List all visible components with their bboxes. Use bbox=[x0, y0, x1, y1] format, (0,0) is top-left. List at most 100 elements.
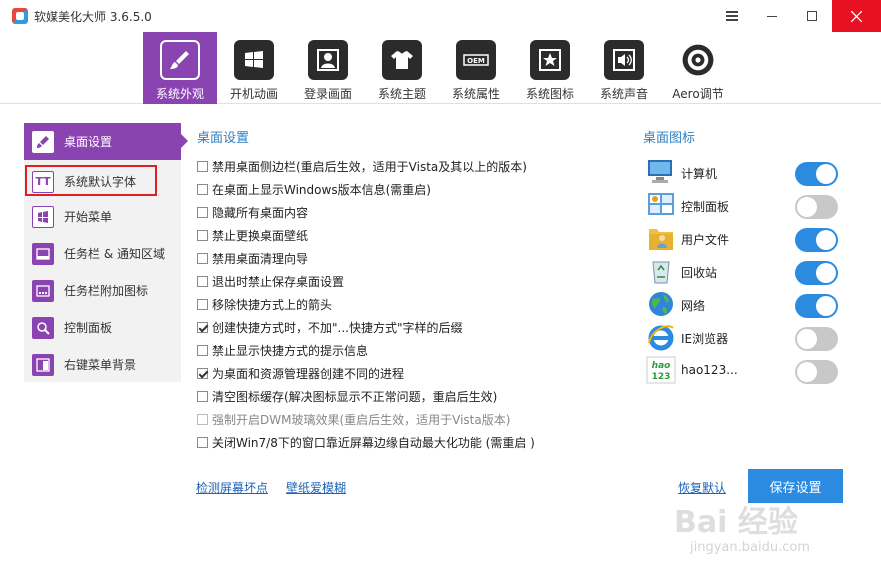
tab-system-appearance[interactable]: 系统外观 bbox=[143, 32, 217, 104]
option-row[interactable]: 禁用桌面侧边栏(重启后生效，适用于Vista及其以上的版本) bbox=[197, 157, 527, 175]
option-row[interactable]: 为桌面和资源管理器创建不同的进程 bbox=[197, 364, 404, 382]
maximize-button[interactable] bbox=[792, 0, 832, 32]
option-label: 移除快捷方式上的箭头 bbox=[212, 297, 333, 312]
close-icon bbox=[851, 10, 862, 22]
oem-icon: OEM bbox=[456, 40, 496, 80]
option-checkbox[interactable] bbox=[197, 206, 208, 218]
desktop-icons-title: 桌面图标 bbox=[643, 131, 696, 146]
option-checkbox[interactable] bbox=[197, 252, 208, 264]
desktop-icon-label: 回收站 bbox=[681, 266, 718, 280]
option-row[interactable]: 禁止更换桌面壁纸 bbox=[197, 226, 308, 244]
option-row[interactable]: 禁止显示快捷方式的提示信息 bbox=[197, 341, 368, 359]
option-row[interactable]: 在桌面上显示Windows版本信息(需重启) bbox=[197, 180, 431, 198]
sidebar-item-taskbar-notification[interactable]: 任务栏 & 通知区域 bbox=[24, 235, 181, 272]
sidebar-item-start-menu[interactable]: 开始菜单 bbox=[24, 198, 181, 235]
desktop-icon-row-ie: IE浏览器 bbox=[646, 322, 846, 352]
sidebar-item-label: 任务栏 & 通知区域 bbox=[64, 247, 165, 261]
sidebar-item-label: 开始菜单 bbox=[64, 210, 113, 224]
option-checkbox[interactable] bbox=[197, 390, 208, 402]
user-icon bbox=[308, 40, 348, 80]
tab-label: 系统属性 bbox=[451, 87, 500, 101]
option-row[interactable]: 隐藏所有桌面内容 bbox=[197, 203, 308, 221]
control-panel-toggle[interactable] bbox=[795, 195, 838, 219]
tab-label: 系统主题 bbox=[377, 87, 426, 101]
option-checkbox[interactable] bbox=[197, 367, 208, 379]
minimize-icon bbox=[767, 16, 777, 17]
tab-label: 开机动画 bbox=[229, 87, 278, 101]
sidebar-item-label: 控制面板 bbox=[64, 321, 113, 335]
user-files-toggle[interactable] bbox=[795, 228, 838, 252]
toggle-knob bbox=[816, 296, 836, 316]
desktop-icon-label: hao123... bbox=[681, 363, 738, 377]
option-row[interactable]: 禁用桌面清理向导 bbox=[197, 249, 308, 267]
tab-system-properties[interactable]: OEM 系统属性 bbox=[439, 32, 513, 104]
computer-icon bbox=[648, 160, 672, 183]
option-checkbox[interactable] bbox=[197, 413, 208, 425]
active-arrow bbox=[181, 134, 188, 148]
sidebar-item-default-font[interactable]: TT 系统默认字体 bbox=[24, 163, 181, 200]
network-toggle[interactable] bbox=[795, 294, 838, 318]
option-checkbox[interactable] bbox=[197, 298, 208, 310]
app-window: 软媒美化大师 3.6.5.0 系统外观 开机动画 登录画面 系统主题 OEM 系… bbox=[0, 0, 881, 580]
tab-label: 登录画面 bbox=[303, 87, 352, 101]
tab-system-theme[interactable]: 系统主题 bbox=[365, 32, 439, 104]
hamburger-icon bbox=[726, 11, 738, 21]
watermark: Bai 经验 bbox=[674, 505, 798, 540]
speaker-icon bbox=[604, 40, 644, 80]
svg-text:OEM: OEM bbox=[467, 57, 485, 65]
option-row[interactable]: 关闭Win7/8下的窗口靠近屏幕边缘自动最大化功能 (需重启 ) bbox=[197, 433, 535, 451]
option-checkbox[interactable] bbox=[197, 229, 208, 241]
wallpaper-link[interactable]: 壁纸爱模糊 bbox=[286, 479, 346, 496]
taskbar-icon bbox=[32, 242, 54, 265]
detect-dead-pixels-link[interactable]: 检测屏幕坏点 bbox=[196, 479, 268, 496]
start-menu-icon bbox=[32, 205, 54, 228]
search-panel-icon bbox=[32, 316, 54, 339]
option-checkbox[interactable] bbox=[197, 275, 208, 287]
option-label: 禁用桌面侧边栏(重启后生效，适用于Vista及其以上的版本) bbox=[212, 159, 527, 174]
option-row[interactable]: 创建快捷方式时，不加"...快捷方式"字样的后缀 bbox=[197, 318, 462, 336]
close-button[interactable] bbox=[832, 0, 881, 32]
svg-text:hao: hao bbox=[652, 361, 671, 371]
ie-toggle[interactable] bbox=[795, 327, 838, 351]
option-checkbox[interactable] bbox=[197, 436, 208, 448]
recycle-bin-toggle[interactable] bbox=[795, 261, 838, 285]
tab-login-screen[interactable]: 登录画面 bbox=[291, 32, 365, 104]
tab-boot-animation[interactable]: 开机动画 bbox=[217, 32, 291, 104]
sidebar-item-desktop-settings[interactable]: 桌面设置 bbox=[24, 123, 188, 160]
ie-browser-icon bbox=[648, 325, 674, 351]
sidebar-item-control-panel[interactable]: 控制面板 bbox=[24, 309, 181, 346]
option-row[interactable]: 清空图标缓存(解决图标显示不正常问题，重启后生效) bbox=[197, 387, 497, 405]
option-label: 强制开启DWM玻璃效果(重启后生效，适用于Vista版本) bbox=[212, 412, 511, 427]
tab-system-icons[interactable]: 系统图标 bbox=[513, 32, 587, 104]
option-checkbox[interactable] bbox=[197, 160, 208, 172]
option-checkbox[interactable] bbox=[197, 321, 208, 333]
maximize-icon bbox=[807, 11, 817, 21]
tab-label: 系统图标 bbox=[525, 87, 574, 101]
sidebar-item-label: 系统默认字体 bbox=[64, 175, 137, 189]
brush-icon bbox=[160, 40, 200, 80]
user-folder-icon bbox=[649, 229, 673, 250]
option-row[interactable]: 移除快捷方式上的箭头 bbox=[197, 295, 332, 313]
computer-toggle[interactable] bbox=[795, 162, 838, 186]
taskbar-icons-icon bbox=[32, 279, 54, 302]
svg-text:123: 123 bbox=[652, 372, 671, 382]
desktop-icon-label: 计算机 bbox=[681, 167, 718, 181]
option-label: 退出时禁止保存桌面设置 bbox=[212, 274, 345, 289]
option-row[interactable]: 强制开启DWM玻璃效果(重启后生效，适用于Vista版本) bbox=[197, 410, 510, 428]
restore-default-link[interactable]: 恢复默认 bbox=[678, 479, 726, 496]
tab-aero-settings[interactable]: Aero调节 bbox=[661, 32, 735, 104]
context-menu-icon bbox=[32, 353, 54, 376]
sidebar-item-context-menu-bg[interactable]: 右键菜单背景 bbox=[24, 346, 181, 383]
tab-label: 系统声音 bbox=[599, 87, 648, 101]
watermark-url: jingyan.baidu.com bbox=[690, 540, 810, 555]
menu-button[interactable] bbox=[712, 0, 752, 32]
option-row[interactable]: 退出时禁止保存桌面设置 bbox=[197, 272, 344, 290]
option-checkbox[interactable] bbox=[197, 344, 208, 356]
brush-icon bbox=[32, 130, 54, 153]
hao123-toggle[interactable] bbox=[795, 360, 838, 384]
option-checkbox[interactable] bbox=[197, 183, 208, 195]
sidebar-item-taskbar-extra-icons[interactable]: 任务栏附加图标 bbox=[24, 272, 181, 309]
desktop-icon-row-hao123: hao 123 hao123... bbox=[646, 355, 846, 385]
minimize-button[interactable] bbox=[752, 0, 792, 32]
tab-system-sounds[interactable]: 系统声音 bbox=[587, 32, 661, 104]
